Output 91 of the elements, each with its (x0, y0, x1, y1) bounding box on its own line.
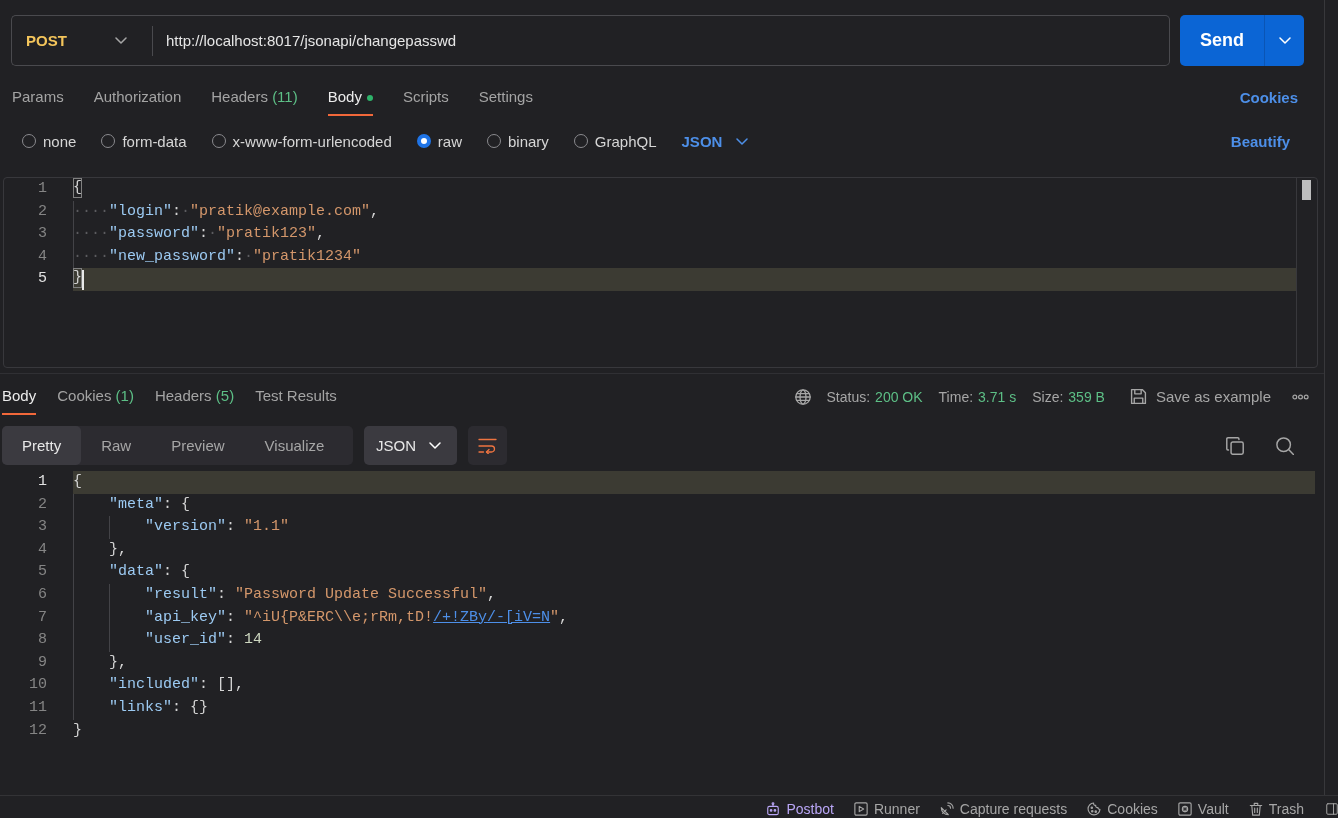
tab[interactable]: Cookies (1) (57, 387, 134, 415)
chevron-down-icon (736, 137, 749, 145)
footer-button[interactable]: Capture requests (939, 800, 1068, 817)
size-value: 359 B (1068, 388, 1105, 405)
cookies-link[interactable]: Cookies (1239, 89, 1298, 106)
beautify-button[interactable]: Beautify (1230, 132, 1290, 150)
play-square-icon (853, 801, 868, 816)
tab[interactable]: Authorization (93, 88, 182, 116)
scrollbar-thumb[interactable] (1302, 180, 1311, 200)
code-line: "links": {} (73, 696, 209, 720)
size-label: Size: (1032, 388, 1064, 405)
chevron-down-icon (429, 442, 441, 449)
radio-label[interactable]: form-data (122, 132, 187, 150)
copy-icon[interactable] (1226, 436, 1244, 455)
tab[interactable]: Params (12, 88, 64, 116)
code-line: { (73, 472, 82, 492)
code-line: }, (73, 651, 127, 675)
line-number: 1 (37, 179, 47, 199)
code-line: ····"new_password":·"pratik1234" (73, 245, 362, 269)
sidebar-layout-icon[interactable] (1326, 802, 1338, 815)
format-dropdown[interactable]: JSON (364, 426, 457, 465)
code-line: "result": "Password Update Successful", (73, 583, 497, 607)
footer-button[interactable]: Cookies (1087, 800, 1158, 817)
more-icon[interactable] (1292, 393, 1309, 400)
chevron-down-icon (1278, 37, 1291, 44)
safe-icon (1177, 801, 1192, 816)
code-line: ····"password":·"pratik123", (73, 223, 326, 246)
footer-button[interactable]: Postbot (766, 800, 834, 817)
line-number: 4 (37, 539, 47, 560)
status-label: Status: (826, 388, 871, 405)
line-number: 7 (37, 607, 47, 628)
line-number: 8 (37, 630, 47, 651)
code-line: "version": "1.1" (73, 516, 290, 539)
view-mode-tab[interactable]: Visualize (244, 426, 345, 465)
robot-icon (766, 801, 781, 816)
line-number: 12 (28, 720, 47, 741)
radio-label[interactable]: binary (507, 132, 549, 150)
code-line: { (73, 178, 82, 201)
line-number: 5 (37, 562, 47, 583)
search-icon[interactable] (1276, 436, 1294, 455)
send-button[interactable]: Send (1180, 15, 1264, 66)
radio-label[interactable]: none (43, 132, 77, 150)
status-value: 200 OK (875, 388, 923, 405)
tab[interactable]: Headers (11) (211, 88, 298, 116)
tab[interactable]: Headers (5) (154, 387, 235, 415)
radio-label[interactable]: GraphQL (594, 132, 657, 150)
tab[interactable]: Scripts (402, 88, 449, 116)
radio-label[interactable]: x-www-form-urlencoded (232, 132, 392, 150)
code-line: "meta": { (73, 493, 191, 517)
code-line: "data": { (73, 561, 191, 584)
code-link[interactable]: /+!ZBy/-[iV=N (433, 608, 551, 626)
line-number: 10 (28, 675, 47, 696)
view-mode-tab[interactable]: Raw (81, 426, 152, 465)
view-mode-tab[interactable]: Pretty (2, 426, 82, 465)
line-number: 3 (37, 224, 47, 245)
view-mode-tab[interactable]: Preview (151, 426, 245, 465)
line-number: 6 (37, 584, 47, 605)
code-line: }, (73, 538, 127, 562)
globe-icon[interactable] (794, 388, 811, 405)
footer-button[interactable]: Runner (853, 800, 920, 817)
code-line: } (73, 268, 82, 291)
line-number: 11 (28, 697, 47, 718)
footer-button[interactable]: Vault (1177, 800, 1229, 817)
tab[interactable]: Body (2, 387, 37, 415)
tab[interactable]: Body (327, 88, 373, 116)
radio-button[interactable] (416, 134, 431, 148)
footer-button[interactable]: Trash (1248, 800, 1304, 817)
language-dropdown[interactable]: JSON (681, 132, 749, 150)
satellite-dish-icon (939, 801, 954, 816)
line-number: 4 (37, 246, 47, 267)
line-number: 9 (37, 652, 47, 673)
tab[interactable]: Test Results (255, 387, 337, 415)
code-line: } (73, 720, 82, 741)
time-label: Time: (938, 388, 974, 405)
save-example-button[interactable]: Save as example (1129, 388, 1271, 405)
radio-label[interactable]: raw (437, 132, 462, 150)
wrap-button[interactable] (468, 426, 507, 465)
line-number: 2 (37, 201, 47, 222)
code-line: "api_key": "^iU{P&ERC\\e;rRm,tD!/+!ZBy/-[iV=N", (73, 606, 569, 630)
code-line: "user_id": 14 (73, 629, 263, 652)
cookie-icon (1087, 801, 1102, 816)
line-number: 3 (37, 517, 47, 538)
code-line: ····"login":·"pratik@example.com", (73, 200, 380, 224)
code-line: "included": [], (73, 674, 245, 697)
line-number: 1 (37, 472, 47, 492)
line-number: 2 (37, 494, 47, 515)
line-number: 5 (37, 269, 47, 290)
save-icon (1129, 388, 1147, 405)
trash-icon (1248, 801, 1263, 816)
tab[interactable]: Settings (478, 88, 533, 116)
time-value: 3.71 s (978, 388, 1017, 405)
